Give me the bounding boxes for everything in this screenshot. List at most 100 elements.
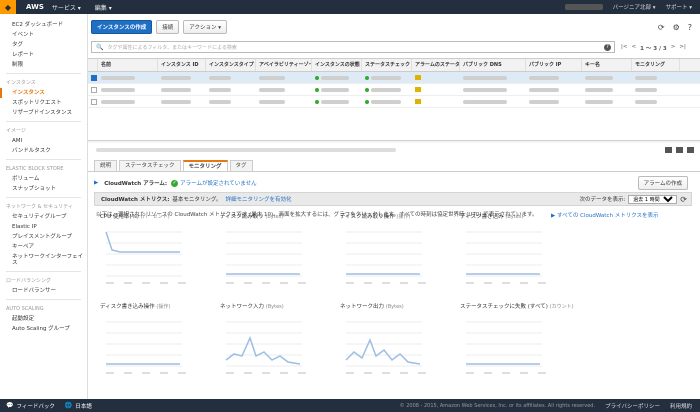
gear-icon[interactable]: ⚙ (673, 23, 680, 32)
sidebar-item[interactable]: イベント (0, 30, 87, 40)
sidebar-item[interactable]: タグ (0, 40, 87, 50)
last-page-icon[interactable]: >| (679, 44, 685, 52)
sidebar-item[interactable]: スポットリクエスト (0, 98, 87, 108)
blurred-value (259, 87, 285, 92)
sidebar-item[interactable]: レポート (0, 50, 87, 60)
cloudwatch-metrics-bar: CloudWatch メトリクス: 基本モニタリング。 詳細モニタリングを有効化… (94, 192, 692, 206)
blurred-tick-label (142, 372, 150, 374)
edit-menu[interactable]: 編集 ▾ (95, 3, 112, 12)
column-header[interactable]: キー名 (582, 59, 632, 71)
column-header[interactable]: 名前 (98, 59, 158, 71)
sidebar-section-header: インスタンス (6, 80, 36, 86)
sidebar-item[interactable]: 起動設定 (0, 314, 87, 324)
aws-brand-menu[interactable]: AWS (26, 3, 44, 11)
sidebar-item[interactable]: 制限 (0, 60, 87, 70)
column-header[interactable]: モニタリング (632, 59, 680, 71)
row-select-cell (88, 72, 98, 83)
sidebar: EC2 ダッシュボード イベント タグ レポート 制限 インスタンス インスタンス スポットリ… (0, 14, 88, 399)
sidebar-item[interactable]: キーペア (0, 242, 87, 252)
refresh-icon[interactable]: ⟳ (658, 23, 665, 32)
sidebar-item[interactable]: プレイスメントグループ (0, 232, 87, 242)
refresh-metrics-icon[interactable]: ⟳ (680, 195, 687, 204)
sidebar-item[interactable]: インスタンス (0, 88, 87, 98)
minimize-pane-icon[interactable] (687, 147, 694, 153)
split-pane-icon[interactable] (676, 147, 683, 153)
metric-chart[interactable]: CPU 使用率(%) (パーセント) (100, 212, 210, 302)
metric-chart[interactable]: ディスク書き込み操作 (操作) (100, 302, 210, 392)
blurred-tick-label (466, 282, 474, 284)
table-row[interactable] (88, 84, 700, 96)
alarm-status-link[interactable]: アラームが設定されていません (180, 179, 257, 187)
column-header[interactable]: アベイラビリティーゾーン (256, 59, 312, 71)
metric-chart[interactable]: ネットワーク出力 (Bytes) (340, 302, 450, 392)
blurred-value (529, 99, 559, 104)
column-header[interactable]: パブリック DNS (460, 59, 526, 71)
sidebar-item[interactable]: リザーブドインスタンス (0, 108, 87, 118)
expand-triangle-icon[interactable]: ▶ (94, 180, 98, 186)
help-icon[interactable]: ? (688, 23, 692, 32)
privacy-link[interactable]: プライバシーポリシー (605, 402, 660, 410)
chart-plot (106, 321, 186, 374)
sidebar-item[interactable]: ロードバランサー (0, 286, 87, 296)
actions-button[interactable]: アクション ▾ (183, 20, 228, 34)
row-checkbox[interactable] (91, 74, 97, 81)
status-dot-icon (315, 75, 319, 80)
table-row[interactable] (88, 96, 700, 108)
column-header[interactable]: インスタンスタイプ (206, 59, 256, 71)
row-checkbox[interactable] (91, 86, 97, 93)
support-menu[interactable]: サポート ▾ (665, 3, 692, 11)
sidebar-item[interactable]: Auto Scaling グループ (0, 324, 87, 334)
row-checkbox[interactable] (91, 98, 97, 105)
sidebar-item[interactable]: ネットワークインターフェイス (0, 252, 87, 268)
pane-splitter[interactable] (88, 140, 700, 143)
services-menu[interactable]: サービス ▾ (52, 3, 81, 12)
table-row[interactable] (88, 72, 700, 84)
sidebar-item[interactable]: ボリューム (0, 174, 87, 184)
metric-chart[interactable]: ディスク読み取り操作 (操作) (340, 212, 450, 302)
metric-chart[interactable]: ディスク書き込み (Bytes) (460, 212, 570, 302)
feedback-link[interactable]: 💬 フィードバック (6, 402, 55, 410)
search-input[interactable]: タグや属性によるフィルタ、またはキーワードによる検索 (107, 44, 236, 51)
connect-button[interactable]: 接続 (156, 20, 180, 34)
first-page-icon[interactable]: |< (621, 44, 627, 52)
maximize-pane-icon[interactable] (665, 147, 672, 153)
enable-detailed-monitoring-link[interactable]: 詳細モニタリングを有効化 (225, 195, 291, 203)
metric-chart[interactable]: ディスク読み取り (Bytes) (220, 212, 330, 302)
time-range-select[interactable]: 過去 1 時間 (628, 194, 678, 204)
tab-underline (88, 171, 700, 172)
search-help-icon[interactable]: ? (604, 43, 611, 51)
sidebar-item[interactable]: スナップショット (0, 184, 87, 194)
column-header[interactable]: インスタンス ID (158, 59, 206, 71)
column-header[interactable]: パブリック IP (526, 59, 582, 71)
sidebar-item[interactable]: セキュリティグループ (0, 212, 87, 222)
alarm-bell-icon[interactable] (415, 87, 421, 92)
detail-tab[interactable]: 説明 (94, 160, 118, 171)
metric-chart[interactable]: ネットワーク入力 (Bytes) (220, 302, 330, 392)
detail-tab[interactable]: タグ (229, 160, 253, 171)
sidebar-item[interactable]: Elastic IP (0, 222, 87, 232)
sidebar-section-header: イメージ (6, 128, 26, 134)
column-header[interactable]: アラームのステータス (412, 59, 460, 71)
alarm-bell-icon[interactable] (415, 99, 421, 104)
detail-tab[interactable]: モニタリング (182, 160, 228, 171)
create-alarm-button[interactable]: アラームの作成 (637, 176, 688, 190)
column-header[interactable]: ステータスチェック (362, 59, 412, 71)
blurred-tick-label (262, 282, 270, 284)
sidebar-item[interactable]: EC2 ダッシュボード (0, 20, 87, 30)
sidebar-item[interactable]: AMI (0, 136, 87, 146)
region-menu[interactable]: バージニア北部 ▾ (613, 3, 656, 11)
metric-chart[interactable]: ステータスチェックに失敗 (すべて) (カウント) (460, 302, 574, 392)
search-bar[interactable]: 🔍 タグや属性によるフィルタ、またはキーワードによる検索 ? (91, 41, 615, 53)
prev-page-icon[interactable]: < (631, 44, 636, 52)
account-menu[interactable] (564, 4, 603, 10)
next-page-icon[interactable]: > (671, 44, 676, 52)
terms-link[interactable]: 利用規約 (670, 402, 692, 410)
sidebar-item[interactable]: バンドルタスク (0, 146, 87, 156)
alarm-bell-icon[interactable] (415, 75, 421, 80)
sidebar-section-header: ネットワーク & セキュリティ (6, 204, 73, 210)
detail-tab[interactable]: ステータスチェック (119, 160, 181, 171)
aws-cube-icon[interactable]: ◆ (0, 0, 16, 14)
column-header[interactable]: インスタンスの状態 (312, 59, 362, 71)
language-link[interactable]: 🌐 日本語 (65, 402, 92, 410)
launch-instance-button[interactable]: インスタンスの作成 (91, 20, 153, 34)
